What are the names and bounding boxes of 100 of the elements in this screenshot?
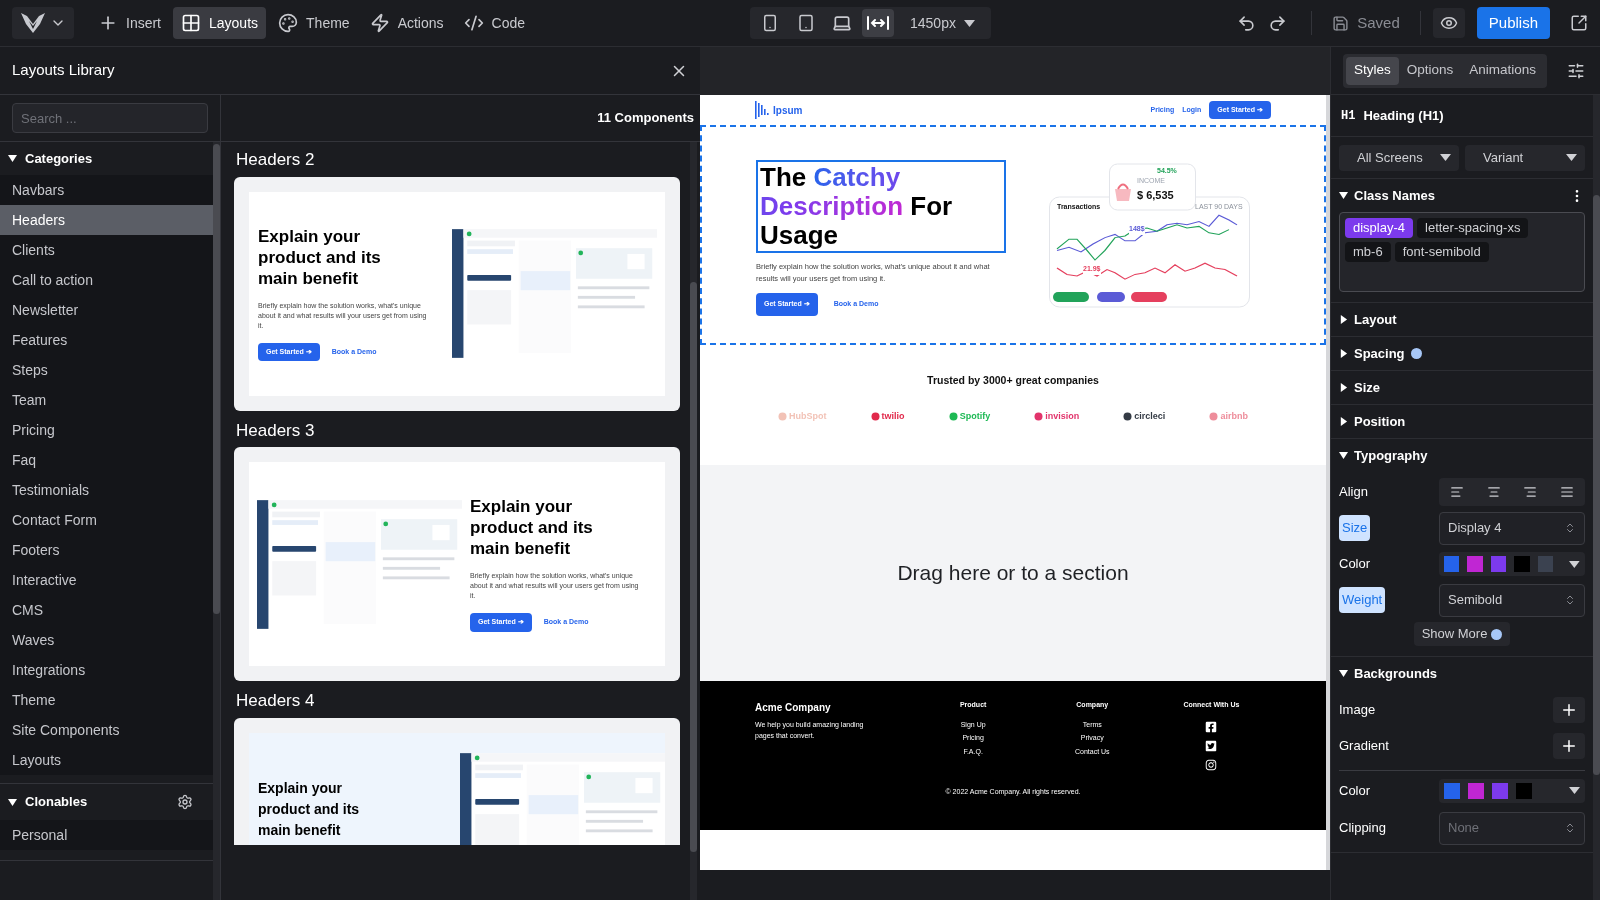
twitter-icon[interactable]	[1205, 739, 1218, 752]
toolbar-tab[interactable]: Layouts	[173, 7, 267, 39]
select-field[interactable]: Semibold	[1439, 583, 1585, 617]
instagram-icon[interactable]	[1205, 758, 1218, 771]
color-swatch[interactable]	[1514, 556, 1530, 572]
add-button[interactable]	[1553, 697, 1585, 723]
property-label: Color	[1339, 555, 1371, 574]
class-chip[interactable]: mb-6	[1345, 242, 1391, 262]
category-item[interactable]: Footers	[0, 535, 213, 565]
section-header[interactable]: Clonables	[25, 792, 169, 812]
color-swatch[interactable]	[1444, 556, 1460, 572]
caret-icon[interactable]	[1339, 417, 1348, 426]
settings-icon[interactable]	[177, 794, 193, 810]
section-header[interactable]: Position	[1354, 411, 1406, 432]
class-chip[interactable]: letter-spacing-xs	[1417, 218, 1529, 238]
caret-icon	[1566, 154, 1577, 161]
category-item[interactable]: Navbars	[0, 175, 213, 205]
caret-icon[interactable]	[1339, 451, 1348, 460]
color-swatch[interactable]	[1516, 782, 1532, 799]
toolbar-tab[interactable]: Actions	[361, 7, 452, 39]
category-item[interactable]: Faq	[0, 445, 213, 475]
category-item[interactable]: Steps	[0, 355, 213, 385]
caret-icon[interactable]	[1339, 383, 1348, 392]
toolbar-tab[interactable]: Insert	[90, 7, 169, 39]
toolbar-tab[interactable]: Theme	[270, 7, 358, 39]
color-swatch[interactable]	[1537, 556, 1554, 572]
category-item[interactable]: Waves	[0, 625, 213, 655]
section-header[interactable]: Size	[1354, 377, 1380, 398]
toolbar-tab[interactable]: Code	[455, 7, 534, 39]
inspector-tab[interactable]: Styles	[1346, 56, 1399, 85]
device-button[interactable]	[862, 9, 894, 37]
legend-pill	[1097, 292, 1125, 302]
category-item[interactable]: Call to action	[0, 265, 213, 295]
color-swatch[interactable]	[1490, 556, 1507, 572]
preview-button[interactable]	[1432, 8, 1465, 38]
category-item[interactable]: Headers	[0, 205, 213, 235]
class-chip[interactable]: display-4	[1345, 218, 1414, 238]
scrollbar-thumb[interactable]	[1593, 195, 1600, 775]
caret-icon[interactable]	[1339, 315, 1348, 324]
color-swatch[interactable]	[1492, 782, 1508, 799]
align-right-icon[interactable]	[1523, 485, 1538, 499]
align-left-icon[interactable]	[1450, 485, 1465, 499]
category-item[interactable]: Pricing	[0, 415, 213, 445]
inspector-tab[interactable]: Animations	[1461, 56, 1545, 85]
show-more-button[interactable]: Show More	[1413, 622, 1511, 646]
section-header[interactable]: Categories	[25, 148, 93, 169]
add-button[interactable]	[1553, 733, 1585, 759]
plus-icon	[1560, 701, 1578, 719]
dropdown-button[interactable]: Variant	[1465, 144, 1585, 171]
inspector-tab[interactable]: Options	[1398, 56, 1462, 85]
align-center-icon[interactable]	[1486, 485, 1501, 499]
layout-preview-card[interactable]: Explain your product and its main benefit	[234, 717, 680, 845]
category-item[interactable]: Contact Form	[0, 505, 213, 535]
caret-icon[interactable]	[1569, 560, 1580, 568]
category-item[interactable]: Site Components	[0, 715, 213, 745]
caret-icon[interactable]	[8, 154, 17, 163]
category-item[interactable]: Newsletter	[0, 295, 213, 325]
select-field[interactable]: Display 4	[1439, 511, 1585, 545]
search-field[interactable]: Search ...	[12, 103, 208, 133]
category-item[interactable]: Integrations	[0, 655, 213, 685]
category-item[interactable]: CMS	[0, 595, 213, 625]
section-header[interactable]: Backgrounds	[1354, 663, 1438, 684]
external-link-icon[interactable]	[1570, 14, 1588, 32]
section-header[interactable]: Layout	[1354, 309, 1397, 330]
plus-icon	[1560, 737, 1578, 755]
category-item[interactable]: Testimonials	[0, 475, 213, 505]
section-header[interactable]: Typography	[1354, 445, 1428, 466]
caret-icon[interactable]	[1569, 787, 1580, 794]
facebook-icon[interactable]	[1205, 720, 1218, 733]
category-item[interactable]: Features	[0, 325, 213, 355]
color-swatch[interactable]	[1444, 782, 1460, 799]
caret-icon	[963, 19, 975, 27]
color-swatch[interactable]	[1467, 556, 1483, 572]
category-item[interactable]: Team	[0, 385, 213, 415]
caret-icon[interactable]	[8, 797, 17, 807]
undo-icon[interactable]	[1237, 13, 1257, 33]
logo-menu-button[interactable]	[12, 7, 74, 39]
dropdown-button[interactable]: All Screens	[1339, 144, 1459, 171]
align-justify-icon[interactable]	[1559, 485, 1574, 499]
category-item[interactable]: Interactive	[0, 565, 213, 595]
color-swatch[interactable]	[1468, 782, 1484, 799]
logo-icon	[755, 101, 769, 119]
scrollbar-thumb[interactable]	[213, 144, 220, 614]
save-status: Saved	[1324, 11, 1408, 35]
caret-icon[interactable]	[1339, 349, 1348, 358]
category-item[interactable]: Layouts	[0, 745, 213, 775]
section-header[interactable]: Spacing	[1354, 343, 1405, 364]
caret-icon[interactable]	[1339, 669, 1348, 678]
scrollbar-thumb[interactable]	[690, 282, 697, 852]
category-item[interactable]: Theme	[0, 685, 213, 715]
publish-button[interactable]: Publish	[1476, 7, 1550, 39]
class-chip[interactable]: font-semibold	[1394, 242, 1489, 262]
settings-icon[interactable]	[1567, 61, 1586, 80]
caret-icon[interactable]	[1339, 191, 1348, 200]
category-item[interactable]: Clients	[0, 235, 213, 265]
hero-heading[interactable]: The Catchy Description For Usage	[756, 160, 1006, 253]
section-header[interactable]: Class Names	[1354, 185, 1435, 206]
category-item[interactable]: Personal	[0, 820, 213, 850]
property-label: Align	[1339, 483, 1368, 502]
client-logo: Spotify	[948, 409, 991, 424]
